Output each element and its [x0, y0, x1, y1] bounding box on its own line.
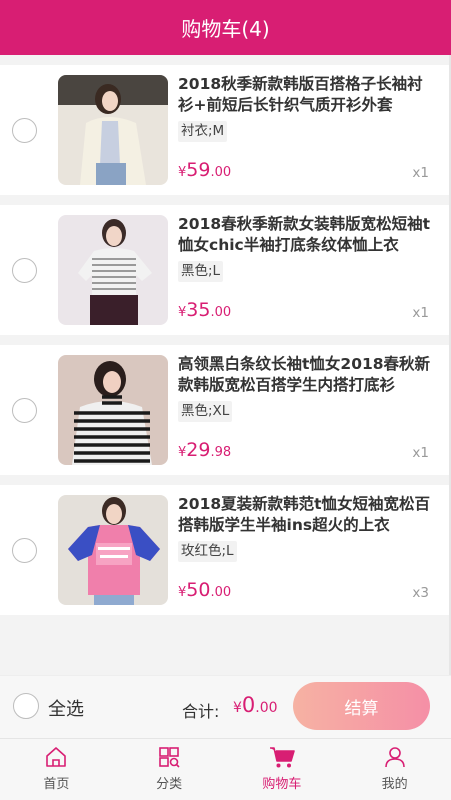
tab-home[interactable]: 首页 [0, 739, 113, 800]
cart-item: 2018秋季新款韩版百搭格子长袖衬衫+前短后长针织气质开衫外套 衬衣;M ¥59… [0, 65, 449, 195]
product-price: ¥35.00 [178, 299, 232, 321]
product-image[interactable] [58, 215, 168, 325]
item-select-radio[interactable] [12, 538, 37, 563]
product-image[interactable] [58, 495, 168, 605]
page-title: 购物车(4) [181, 17, 270, 41]
product-quantity: x1 [412, 165, 429, 181]
tab-category[interactable]: 分类 [113, 739, 226, 800]
product-spec: 黑色;L [178, 261, 224, 282]
cart-icon [269, 747, 295, 768]
tab-cart[interactable]: 购物车 [226, 739, 339, 800]
product-spec: 玫红色;L [178, 541, 237, 562]
item-select-radio[interactable] [12, 118, 37, 143]
bottom-tab-bar: 首页 分类 购物车 我的 [0, 738, 451, 800]
product-title[interactable]: 2018秋季新款韩版百搭格子长袖衬衫+前短后长针织气质开衫外套 [178, 74, 436, 116]
product-title[interactable]: 2018春秋季新款女装韩版宽松短袖t恤女chic半袖打底条纹体恤上衣 [178, 214, 436, 256]
tab-label: 购物车 [262, 777, 302, 792]
tab-label: 我的 [381, 777, 408, 792]
category-icon [159, 747, 180, 768]
home-icon [46, 747, 67, 767]
cart-list: 2018秋季新款韩版百搭格子长袖衬衫+前短后长针织气质开衫外套 衬衣;M ¥59… [0, 55, 449, 675]
user-icon [384, 747, 405, 768]
product-price: ¥59.00 [178, 159, 232, 181]
total-amount: ¥0.00 [233, 693, 278, 717]
select-all-radio[interactable] [13, 693, 39, 719]
item-select-radio[interactable] [12, 398, 37, 423]
product-spec: 黑色;XL [178, 401, 233, 422]
item-select-radio[interactable] [12, 258, 37, 283]
product-image[interactable] [58, 355, 168, 465]
product-title[interactable]: 2018夏装新款韩范t恤女短袖宽松百搭韩版学生半袖ins超火的上衣 [178, 494, 436, 536]
product-quantity: x3 [412, 585, 429, 601]
product-spec: 衬衣;M [178, 121, 228, 142]
checkout-bar: 全选 合计: ¥0.00 结算 [0, 675, 451, 738]
cart-item: 高领黑白条纹长袖t恤女2018春秋新款韩版宽松百搭学生内搭打底衫 黑色;XL ¥… [0, 345, 449, 475]
tab-label: 分类 [156, 777, 183, 792]
settle-button[interactable]: 结算 [293, 682, 430, 730]
product-price: ¥50.00 [178, 579, 232, 601]
select-all-label[interactable]: 全选 [48, 695, 84, 721]
tab-label: 首页 [43, 777, 70, 792]
product-price: ¥29.98 [178, 439, 232, 461]
product-image[interactable] [58, 75, 168, 185]
tab-profile[interactable]: 我的 [338, 739, 451, 800]
product-quantity: x1 [412, 445, 429, 461]
cart-item: 2018春秋季新款女装韩版宽松短袖t恤女chic半袖打底条纹体恤上衣 黑色;L … [0, 205, 449, 335]
total-label: 合计: [182, 702, 220, 721]
product-title[interactable]: 高领黑白条纹长袖t恤女2018春秋新款韩版宽松百搭学生内搭打底衫 [178, 354, 436, 396]
header: 购物车(4) [0, 0, 451, 55]
product-quantity: x1 [412, 305, 429, 321]
cart-item: 2018夏装新款韩范t恤女短袖宽松百搭韩版学生半袖ins超火的上衣 玫红色;L … [0, 485, 449, 615]
